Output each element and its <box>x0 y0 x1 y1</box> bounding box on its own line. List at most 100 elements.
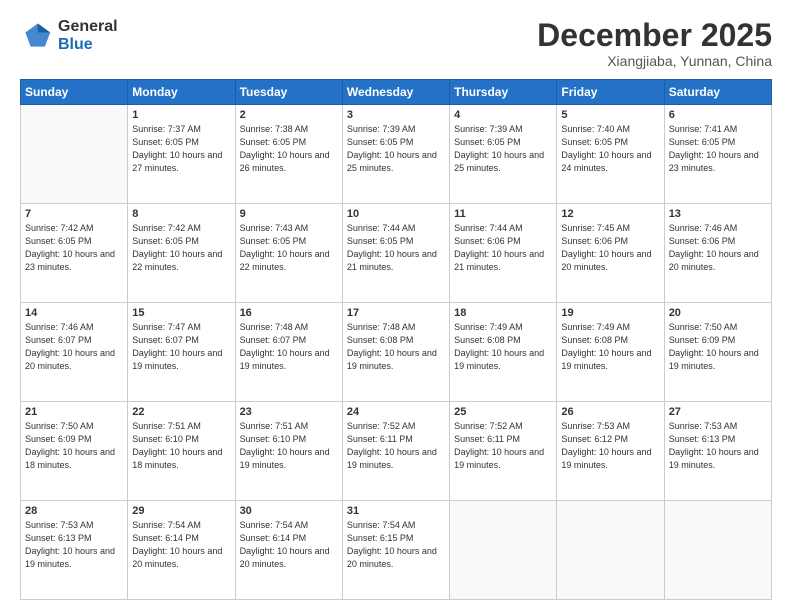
day-info: Sunrise: 7:48 AMSunset: 6:07 PMDaylight:… <box>240 321 338 373</box>
calendar-cell: 2Sunrise: 7:38 AMSunset: 6:05 PMDaylight… <box>235 105 342 204</box>
day-info: Sunrise: 7:38 AMSunset: 6:05 PMDaylight:… <box>240 123 338 175</box>
day-info: Sunrise: 7:54 AMSunset: 6:14 PMDaylight:… <box>132 519 230 571</box>
calendar-cell: 8 Sunrise: 7:42 AMSunset: 6:05 PMDaylight… <box>128 204 235 303</box>
day-info: Sunrise: 7:39 AMSunset: 6:05 PMDaylight:… <box>347 123 445 175</box>
day-number: 9 <box>240 208 338 220</box>
calendar-cell: 19 Sunrise: 7:49 AMSunset: 6:08 PMDayligh… <box>557 303 664 402</box>
calendar-table: SundayMondayTuesdayWednesdayThursdayFrid… <box>20 79 772 600</box>
calendar-week-4: 28Sunrise: 7:53 AMSunset: 6:13 PMDayligh… <box>21 501 772 600</box>
day-number: 15 <box>132 307 230 319</box>
day-info: Sunrise: 7:43 AMSunset: 6:05 PMDaylight:… <box>240 222 338 274</box>
day-number: 1 <box>132 109 230 121</box>
calendar-cell: 25 Sunrise: 7:52 AMSunset: 6:11 PMDayligh… <box>450 402 557 501</box>
day-number: 5 <box>561 109 659 121</box>
weekday-header-thursday: Thursday <box>450 80 557 105</box>
day-info: Sunrise: 7:49 AMSunset: 6:08 PMDaylight:… <box>454 321 552 373</box>
logo-text: General Blue <box>58 18 118 53</box>
day-info: Sunrise: 7:42 AMSunset: 6:05 PMDaylight:… <box>132 222 230 274</box>
day-number: 12 <box>561 208 659 220</box>
day-info: Sunrise: 7:50 AMSunset: 6:09 PMDaylight:… <box>669 321 767 373</box>
day-info: Sunrise: 7:49 AMSunset: 6:08 PMDaylight:… <box>561 321 659 373</box>
calendar-cell: 21Sunrise: 7:50 AMSunset: 6:09 PMDayligh… <box>21 402 128 501</box>
day-number: 4 <box>454 109 552 121</box>
day-info: Sunrise: 7:44 AMSunset: 6:05 PMDaylight:… <box>347 222 445 274</box>
calendar-cell: 1 Sunrise: 7:37 AMSunset: 6:05 PMDaylight… <box>128 105 235 204</box>
calendar-cell: 28Sunrise: 7:53 AMSunset: 6:13 PMDayligh… <box>21 501 128 600</box>
weekday-header-row: SundayMondayTuesdayWednesdayThursdayFrid… <box>21 80 772 105</box>
day-info: Sunrise: 7:51 AMSunset: 6:10 PMDaylight:… <box>240 420 338 472</box>
calendar-cell: 26Sunrise: 7:53 AMSunset: 6:12 PMDayligh… <box>557 402 664 501</box>
calendar-cell: 30 Sunrise: 7:54 AMSunset: 6:14 PMDayligh… <box>235 501 342 600</box>
logo: General Blue <box>20 18 118 53</box>
logo-icon <box>20 20 52 52</box>
header: General Blue December 2025 Xiangjiaba, Y… <box>20 18 772 69</box>
calendar-cell: 18 Sunrise: 7:49 AMSunset: 6:08 PMDayligh… <box>450 303 557 402</box>
page: General Blue December 2025 Xiangjiaba, Y… <box>0 0 792 612</box>
logo-general-text: General <box>58 18 118 36</box>
day-number: 13 <box>669 208 767 220</box>
calendar-cell: 23 Sunrise: 7:51 AMSunset: 6:10 PMDayligh… <box>235 402 342 501</box>
weekday-header-wednesday: Wednesday <box>342 80 449 105</box>
calendar-cell: 5 Sunrise: 7:40 AMSunset: 6:05 PMDaylight… <box>557 105 664 204</box>
day-info: Sunrise: 7:53 AMSunset: 6:12 PMDaylight:… <box>561 420 659 472</box>
day-number: 23 <box>240 406 338 418</box>
day-number: 6 <box>669 109 767 121</box>
day-info: Sunrise: 7:44 AMSunset: 6:06 PMDaylight:… <box>454 222 552 274</box>
day-number: 16 <box>240 307 338 319</box>
day-number: 3 <box>347 109 445 121</box>
day-info: Sunrise: 7:54 AMSunset: 6:14 PMDaylight:… <box>240 519 338 571</box>
day-info: Sunrise: 7:45 AMSunset: 6:06 PMDaylight:… <box>561 222 659 274</box>
day-info: Sunrise: 7:51 AMSunset: 6:10 PMDaylight:… <box>132 420 230 472</box>
calendar-cell <box>450 501 557 600</box>
calendar-cell: 29 Sunrise: 7:54 AMSunset: 6:14 PMDayligh… <box>128 501 235 600</box>
calendar-cell: 11 Sunrise: 7:44 AMSunset: 6:06 PMDayligh… <box>450 204 557 303</box>
day-info: Sunrise: 7:40 AMSunset: 6:05 PMDaylight:… <box>561 123 659 175</box>
day-info: Sunrise: 7:42 AMSunset: 6:05 PMDaylight:… <box>25 222 123 274</box>
calendar-cell: 13 Sunrise: 7:46 AMSunset: 6:06 PMDayligh… <box>664 204 771 303</box>
title-block: December 2025 Xiangjiaba, Yunnan, China <box>537 18 772 69</box>
calendar-cell: 6 Sunrise: 7:41 AMSunset: 6:05 PMDaylight… <box>664 105 771 204</box>
calendar-cell: 16 Sunrise: 7:48 AMSunset: 6:07 PMDayligh… <box>235 303 342 402</box>
day-number: 25 <box>454 406 552 418</box>
calendar-cell: 3 Sunrise: 7:39 AMSunset: 6:05 PMDaylight… <box>342 105 449 204</box>
day-info: Sunrise: 7:50 AMSunset: 6:09 PMDaylight:… <box>25 420 123 472</box>
day-number: 30 <box>240 505 338 517</box>
day-number: 11 <box>454 208 552 220</box>
calendar-cell: 10Sunrise: 7:44 AMSunset: 6:05 PMDayligh… <box>342 204 449 303</box>
calendar-week-1: 7 Sunrise: 7:42 AMSunset: 6:05 PMDaylight… <box>21 204 772 303</box>
subtitle: Xiangjiaba, Yunnan, China <box>537 53 772 69</box>
main-title: December 2025 <box>537 18 772 53</box>
calendar-cell <box>664 501 771 600</box>
day-info: Sunrise: 7:54 AMSunset: 6:15 PMDaylight:… <box>347 519 445 571</box>
calendar-cell: 9 Sunrise: 7:43 AMSunset: 6:05 PMDaylight… <box>235 204 342 303</box>
calendar-cell: 17 Sunrise: 7:48 AMSunset: 6:08 PMDayligh… <box>342 303 449 402</box>
calendar-cell: 20 Sunrise: 7:50 AMSunset: 6:09 PMDayligh… <box>664 303 771 402</box>
calendar-cell: 15Sunrise: 7:47 AMSunset: 6:07 PMDayligh… <box>128 303 235 402</box>
day-number: 8 <box>132 208 230 220</box>
day-number: 14 <box>25 307 123 319</box>
day-number: 29 <box>132 505 230 517</box>
weekday-header-saturday: Saturday <box>664 80 771 105</box>
calendar-cell: 22Sunrise: 7:51 AMSunset: 6:10 PMDayligh… <box>128 402 235 501</box>
weekday-header-monday: Monday <box>128 80 235 105</box>
day-number: 27 <box>669 406 767 418</box>
day-number: 19 <box>561 307 659 319</box>
day-number: 18 <box>454 307 552 319</box>
day-info: Sunrise: 7:39 AMSunset: 6:05 PMDaylight:… <box>454 123 552 175</box>
day-info: Sunrise: 7:41 AMSunset: 6:05 PMDaylight:… <box>669 123 767 175</box>
calendar-cell: 14Sunrise: 7:46 AMSunset: 6:07 PMDayligh… <box>21 303 128 402</box>
weekday-header-friday: Friday <box>557 80 664 105</box>
day-info: Sunrise: 7:48 AMSunset: 6:08 PMDaylight:… <box>347 321 445 373</box>
day-info: Sunrise: 7:52 AMSunset: 6:11 PMDaylight:… <box>347 420 445 472</box>
day-number: 20 <box>669 307 767 319</box>
calendar-cell <box>557 501 664 600</box>
day-info: Sunrise: 7:52 AMSunset: 6:11 PMDaylight:… <box>454 420 552 472</box>
calendar-cell: 4 Sunrise: 7:39 AMSunset: 6:05 PMDaylight… <box>450 105 557 204</box>
day-info: Sunrise: 7:46 AMSunset: 6:06 PMDaylight:… <box>669 222 767 274</box>
day-number: 17 <box>347 307 445 319</box>
calendar-cell: 12 Sunrise: 7:45 AMSunset: 6:06 PMDayligh… <box>557 204 664 303</box>
day-info: Sunrise: 7:53 AMSunset: 6:13 PMDaylight:… <box>25 519 123 571</box>
day-number: 7 <box>25 208 123 220</box>
calendar-week-0: 1 Sunrise: 7:37 AMSunset: 6:05 PMDaylight… <box>21 105 772 204</box>
day-info: Sunrise: 7:37 AMSunset: 6:05 PMDaylight:… <box>132 123 230 175</box>
